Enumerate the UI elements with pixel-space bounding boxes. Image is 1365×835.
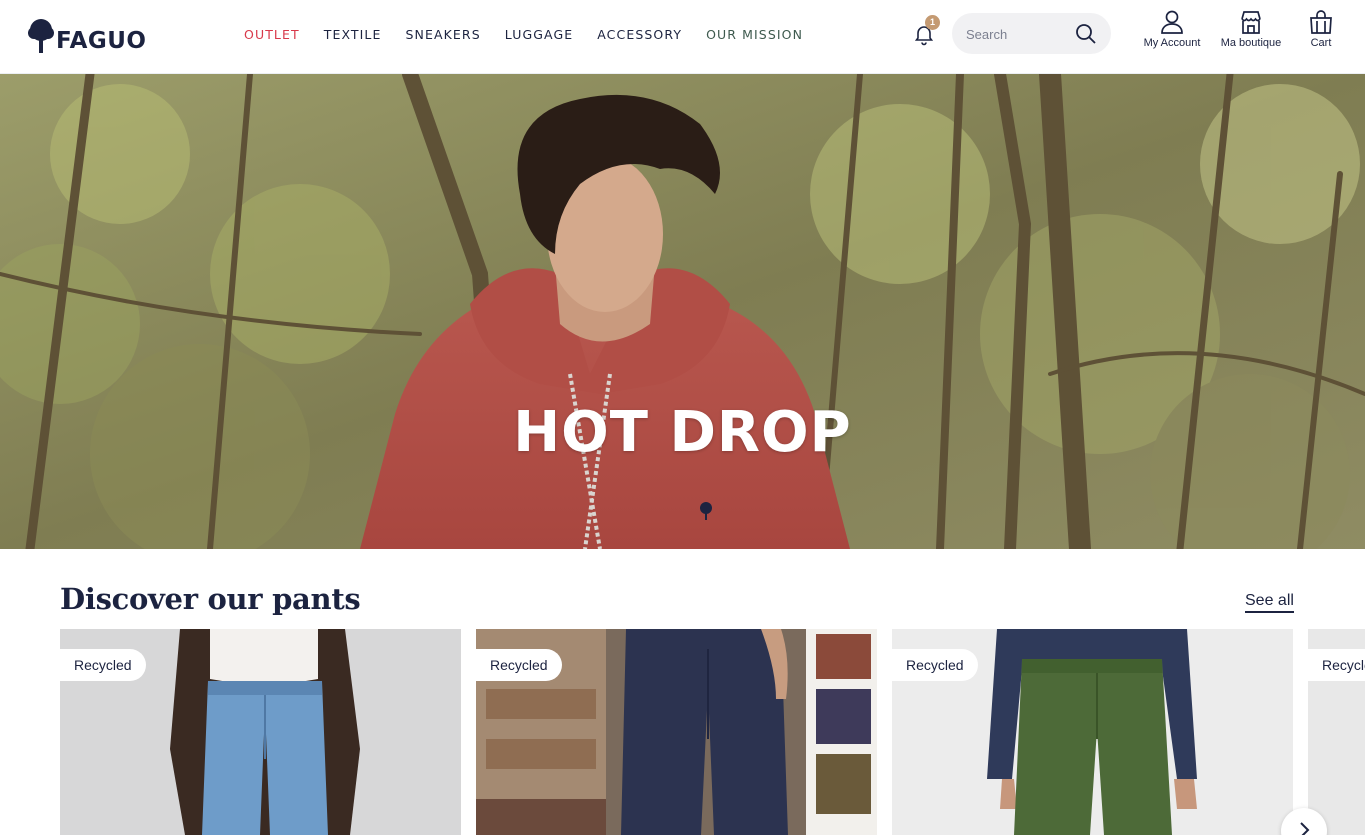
chevron-right-icon xyxy=(1300,822,1310,835)
shopping-bag-icon xyxy=(1310,10,1332,34)
notification-count-badge: 1 xyxy=(925,15,940,30)
search-input[interactable] xyxy=(966,24,1066,44)
product-card[interactable]: Recycled xyxy=(476,629,877,835)
site-header: FAGUO OUTLET TEXTILE SNEAKERS LUGGAGE AC… xyxy=(0,0,1365,74)
hero-title: HOT DROP xyxy=(513,400,852,465)
search-icon[interactable] xyxy=(1074,22,1098,46)
user-icon xyxy=(1161,10,1183,34)
cart-button[interactable]: Cart xyxy=(1300,9,1342,49)
recycled-badge: Recycle xyxy=(1308,649,1365,681)
product-card[interactable]: Recycled xyxy=(60,629,461,835)
nav-item-textile[interactable]: TEXTILE xyxy=(324,27,382,42)
nav-item-sneakers[interactable]: SNEAKERS xyxy=(406,27,481,42)
my-account-label: My Account xyxy=(1143,37,1201,49)
hero-banner[interactable]: HOT DROP xyxy=(0,74,1365,549)
see-all-link[interactable]: See all xyxy=(1245,592,1294,613)
recycled-badge: Recycled xyxy=(476,649,562,681)
tree-logo-icon xyxy=(28,19,54,53)
section-title: Discover our pants xyxy=(60,582,361,616)
nav-item-our-mission[interactable]: OUR MISSION xyxy=(706,27,803,42)
main-nav: OUTLET TEXTILE SNEAKERS LUGGAGE ACCESSOR… xyxy=(244,27,827,42)
ma-boutique-button[interactable]: Ma boutique xyxy=(1214,9,1288,49)
recycled-badge: Recycled xyxy=(892,649,978,681)
my-account-button[interactable]: My Account xyxy=(1136,9,1208,49)
faguo-logo[interactable]: FAGUO xyxy=(28,16,146,56)
search-bar xyxy=(952,13,1111,54)
recycled-badge: Recycled xyxy=(60,649,146,681)
cart-label: Cart xyxy=(1310,37,1332,49)
hero-photo xyxy=(0,74,1365,549)
nav-item-outlet[interactable]: OUTLET xyxy=(244,27,300,42)
storefront-icon xyxy=(1241,11,1261,34)
nav-item-accessory[interactable]: ACCESSORY xyxy=(597,27,682,42)
nav-item-luggage[interactable]: LUGGAGE xyxy=(505,27,573,42)
product-card[interactable]: Recycled xyxy=(892,629,1293,835)
product-card[interactable]: Recycle xyxy=(1308,629,1365,835)
brand-name: FAGUO xyxy=(56,28,147,54)
ma-boutique-label: Ma boutique xyxy=(1220,37,1282,49)
